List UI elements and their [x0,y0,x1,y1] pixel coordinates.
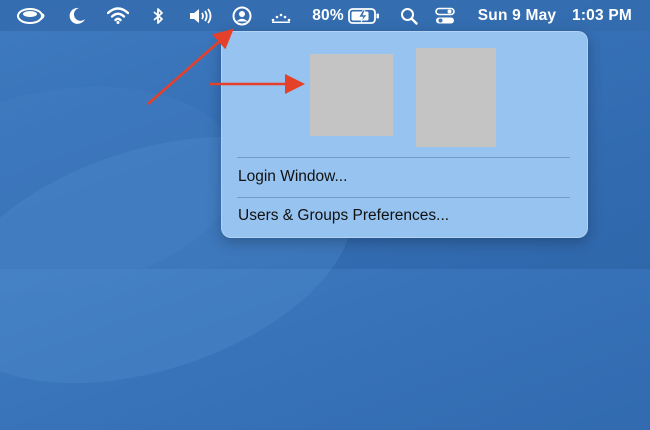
annotation-arrow [147,28,234,105]
annotation-arrows [147,28,305,105]
